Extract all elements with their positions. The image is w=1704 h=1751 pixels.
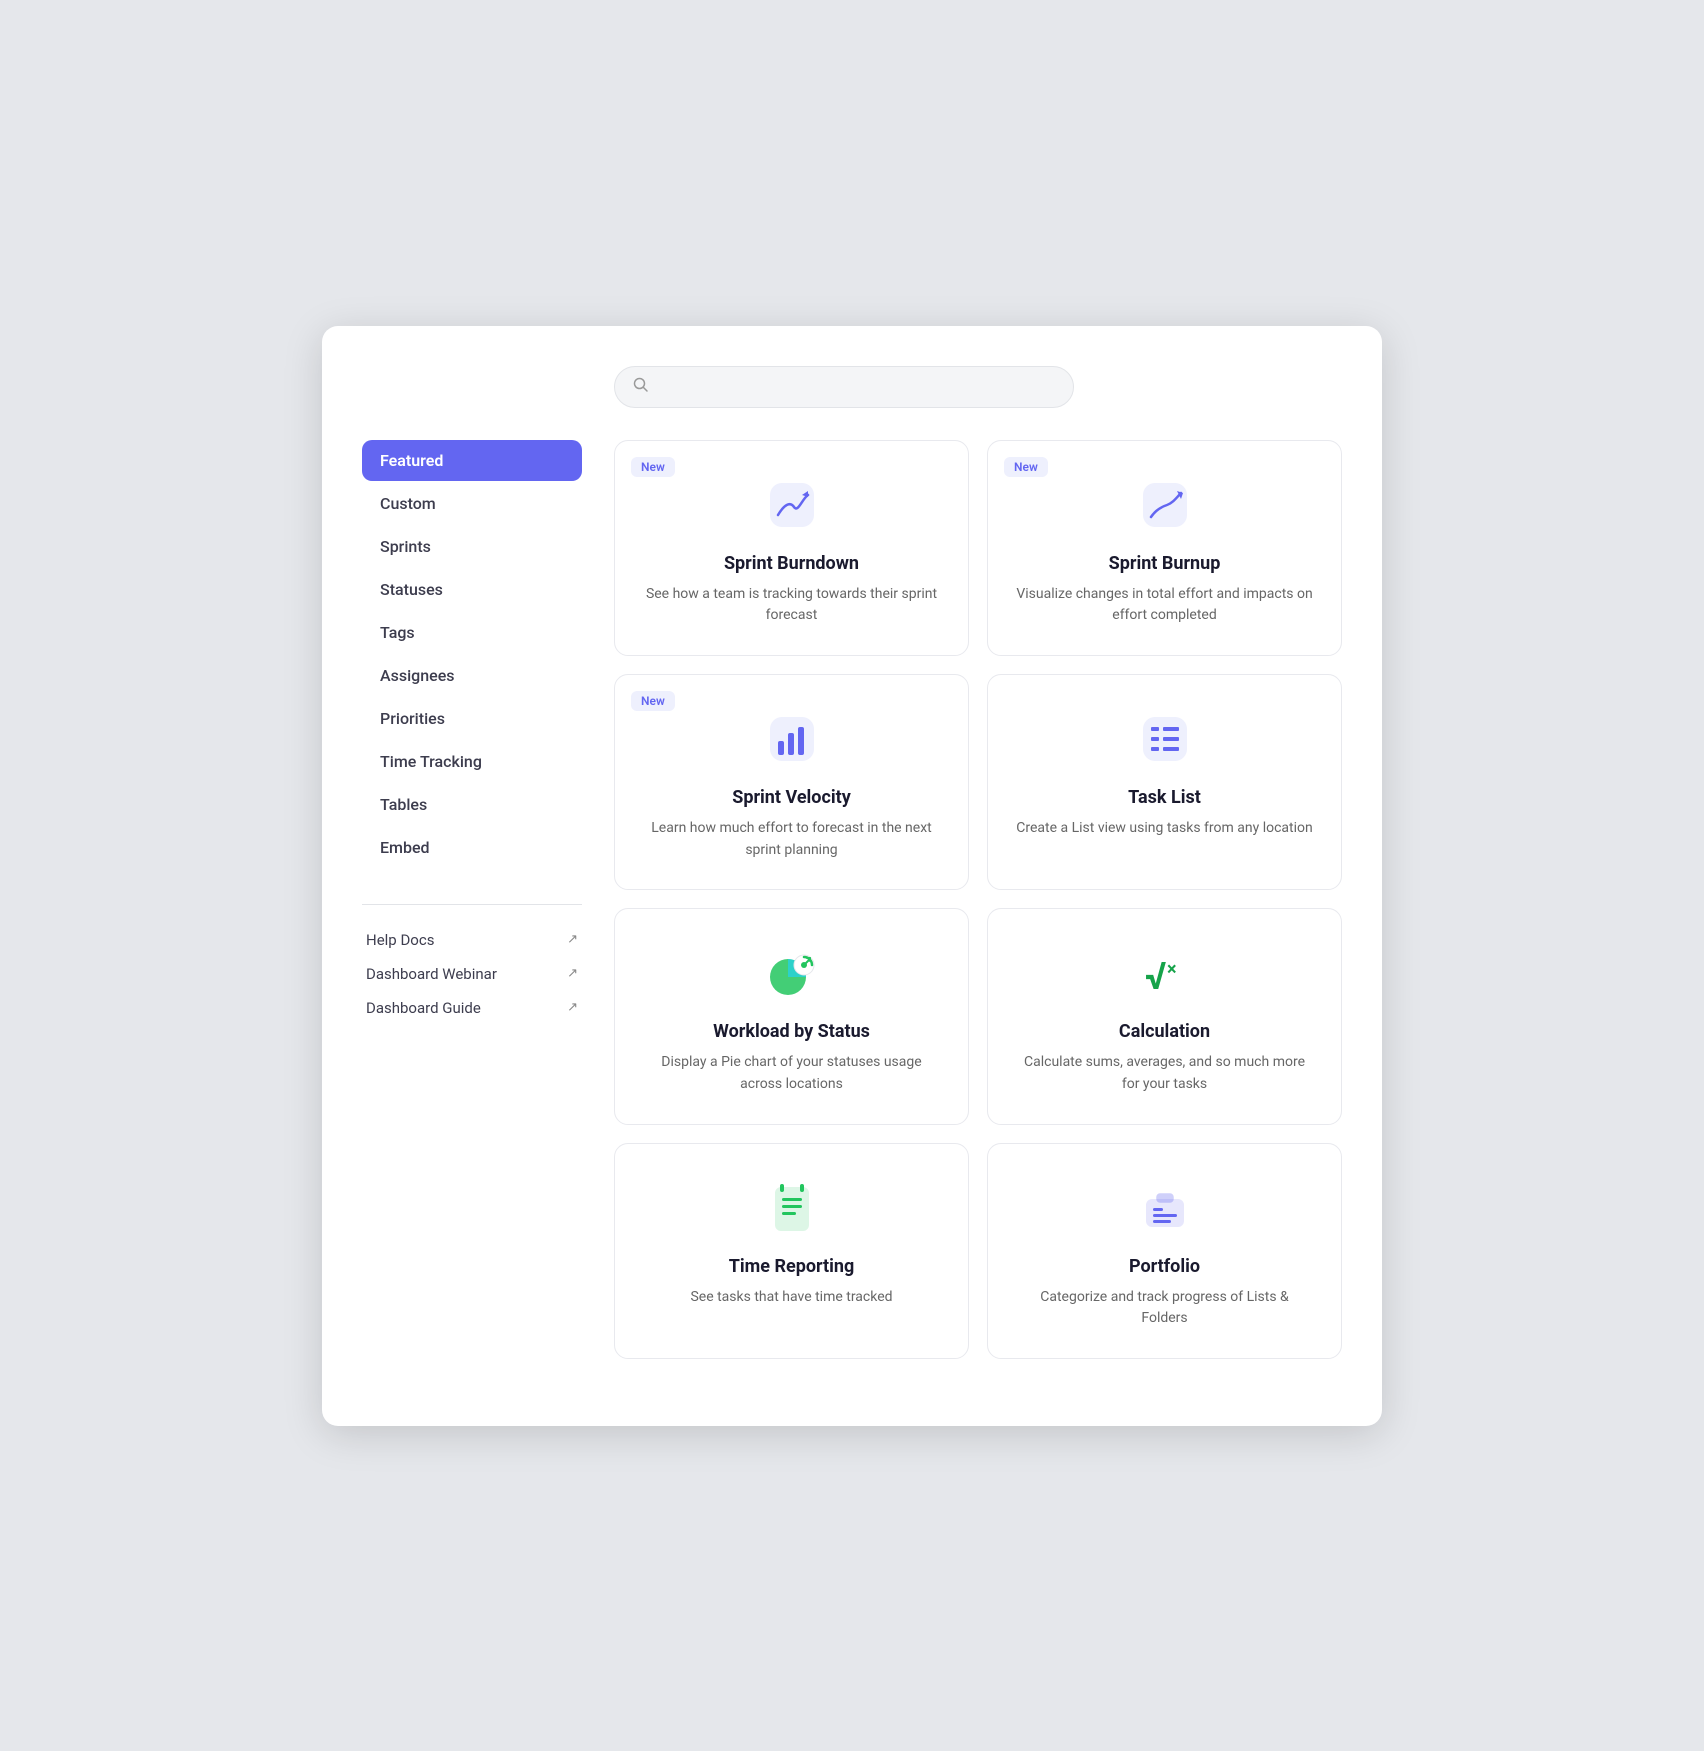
card-title: Sprint Velocity: [732, 787, 851, 808]
card-icon-workload-by-status: [760, 941, 824, 1005]
card-desc: Calculate sums, averages, and so much mo…: [1016, 1052, 1313, 1095]
card-portfolio[interactable]: Portfolio Categorize and track progress …: [987, 1143, 1342, 1359]
external-link-icon: ↗: [567, 1000, 578, 1015]
card-title: Task List: [1128, 787, 1201, 808]
new-badge: New: [631, 457, 675, 477]
modal-header: [362, 366, 1342, 408]
card-sprint-burnup[interactable]: New Sprint Burnup Visualize changes in t…: [987, 440, 1342, 656]
card-grid-wrap: New Sprint Burndown See how a team is tr…: [614, 440, 1342, 1360]
sidebar-item-statuses[interactable]: Statuses: [362, 569, 582, 610]
search-bar[interactable]: [614, 366, 1074, 408]
sidebar-nav: FeaturedCustomSprintsStatusesTagsAssigne…: [362, 440, 582, 868]
card-icon-time-reporting: [760, 1176, 824, 1240]
card-time-reporting[interactable]: Time Reporting See tasks that have time …: [614, 1143, 969, 1359]
card-title: Sprint Burnup: [1109, 553, 1221, 574]
card-desc: Display a Pie chart of your statuses usa…: [643, 1052, 940, 1095]
sidebar-item-assignees[interactable]: Assignees: [362, 655, 582, 696]
card-workload-by-status[interactable]: Workload by Status Display a Pie chart o…: [614, 908, 969, 1124]
sidebar-item-sprints[interactable]: Sprints: [362, 526, 582, 567]
close-button[interactable]: [1326, 383, 1342, 391]
external-link-icon: ↗: [567, 932, 578, 947]
sidebar-item-embed[interactable]: Embed: [362, 827, 582, 868]
card-desc: Visualize changes in total effort and im…: [1016, 584, 1313, 627]
sidebar-item-time-tracking[interactable]: Time Tracking: [362, 741, 582, 782]
sidebar: FeaturedCustomSprintsStatusesTagsAssigne…: [362, 440, 582, 1360]
modal-body: FeaturedCustomSprintsStatusesTagsAssigne…: [362, 440, 1342, 1360]
card-icon-sprint-burndown: [760, 473, 824, 537]
card-desc: See how a team is tracking towards their…: [643, 584, 940, 627]
card-icon-sprint-burnup: [1133, 473, 1197, 537]
sidebar-link-label: Dashboard Webinar: [366, 965, 497, 983]
sidebar-link-label: Help Docs: [366, 931, 434, 949]
card-icon-task-list: [1133, 707, 1197, 771]
card-task-list[interactable]: Task List Create a List view using tasks…: [987, 674, 1342, 890]
sidebar-link-label: Dashboard Guide: [366, 999, 481, 1017]
sidebar-item-tags[interactable]: Tags: [362, 612, 582, 653]
new-badge: New: [631, 691, 675, 711]
search-icon: [633, 377, 649, 397]
new-badge: New: [1004, 457, 1048, 477]
card-sprint-burndown[interactable]: New Sprint Burndown See how a team is tr…: [614, 440, 969, 656]
card-title: Workload by Status: [713, 1021, 870, 1042]
card-title: Sprint Burndown: [724, 553, 859, 574]
sidebar-item-priorities[interactable]: Priorities: [362, 698, 582, 739]
svg-text:×: ×: [1167, 959, 1177, 980]
card-desc: Create a List view using tasks from any …: [1016, 818, 1312, 840]
external-link-icon: ↗: [567, 966, 578, 981]
sidebar-item-featured[interactable]: Featured: [362, 440, 582, 481]
sidebar-item-tables[interactable]: Tables: [362, 784, 582, 825]
card-icon-calculation: √ ×: [1133, 941, 1197, 1005]
card-desc: See tasks that have time tracked: [690, 1287, 892, 1309]
card-title: Calculation: [1119, 1021, 1210, 1042]
add-card-modal: FeaturedCustomSprintsStatusesTagsAssigne…: [322, 326, 1382, 1426]
card-icon-portfolio: [1133, 1176, 1197, 1240]
svg-text:√: √: [1145, 955, 1166, 999]
sidebar-link-help-docs[interactable]: Help Docs ↗: [362, 923, 582, 957]
sidebar-links: Help Docs↗Dashboard Webinar↗Dashboard Gu…: [362, 923, 582, 1025]
card-grid: New Sprint Burndown See how a team is tr…: [614, 440, 1342, 1360]
sidebar-divider: [362, 904, 582, 905]
card-icon-sprint-velocity: [760, 707, 824, 771]
sidebar-link-dashboard-webinar[interactable]: Dashboard Webinar ↗: [362, 957, 582, 991]
sidebar-link-dashboard-guide[interactable]: Dashboard Guide ↗: [362, 991, 582, 1025]
card-desc: Learn how much effort to forecast in the…: [643, 818, 940, 861]
card-sprint-velocity[interactable]: New Sprint Velocity Learn how much effor…: [614, 674, 969, 890]
search-area: [362, 366, 1326, 408]
card-title: Portfolio: [1129, 1256, 1200, 1277]
card-title: Time Reporting: [729, 1256, 855, 1277]
search-input[interactable]: [659, 378, 1055, 395]
card-calculation[interactable]: √ × Calculation Calculate sums, averages…: [987, 908, 1342, 1124]
card-desc: Categorize and track progress of Lists &…: [1016, 1287, 1313, 1330]
sidebar-item-custom[interactable]: Custom: [362, 483, 582, 524]
